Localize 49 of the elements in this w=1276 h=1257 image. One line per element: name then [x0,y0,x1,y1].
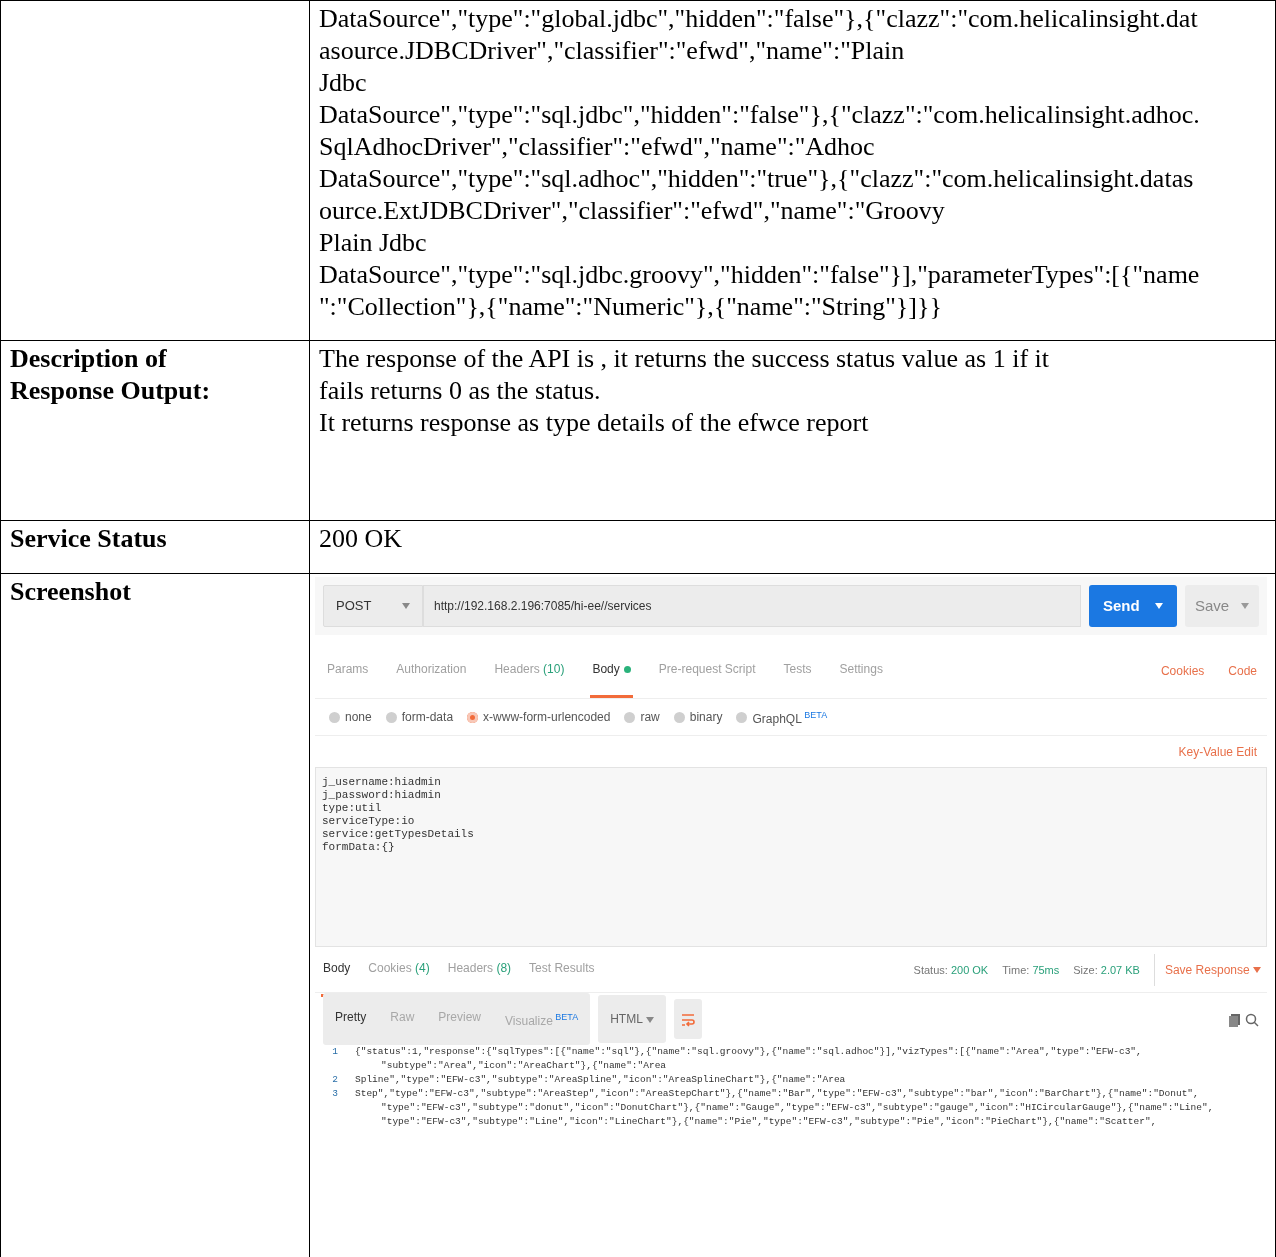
save-response-button[interactable]: Save Response [1153,953,1261,986]
body-type-radio[interactable]: raw [624,701,660,733]
request-tab[interactable]: Settings [837,643,885,698]
cell-text: DataSource","type":"global.jdbc","hidden":"false"},{"clazz":"com.helicalinsight.dat asource.JDBCDriver","classifier":"efwd","name":"Plain Jdbc DataSource","type":"sql.jdbc","hidden":"false"},{"clazz":"com.helicalinsight.adhoc. SqlAdhocDriver","classifier":"efwd","name":"Adhoc DataSource","type":"sql.adhoc","hidden":"true"},{"clazz":"com.helicalinsight.datas ource.ExtJDBCDriver","classifier":"efwd","name":"Groovy Plain Jdbc DataSource","type":"sql.jdbc.groovy","hidden":"false"}],"parameterTypes":[{"name ":"Collection"},{"name":"Numeric"},{"name":"String"}]}} [319,3,1201,323]
code-line: Spline","type":"EFW-c3","subtype":"AreaSpline","icon":"AreaSplineChart"},{"name":"Area [355,1073,846,1087]
method-dropdown[interactable]: POST [323,585,423,627]
body-type-radio[interactable]: x-www-form-urlencoded [467,701,611,733]
caret-icon [645,1016,654,1023]
caret-icon [1241,603,1249,609]
request-tab[interactable]: Tests [781,643,814,698]
line-number: 3 [331,1087,339,1101]
line-number: 1 [331,1045,339,1059]
request-tab[interactable]: Params [325,643,371,698]
key-value-edit-link[interactable]: Key-Value Edit [1178,735,1257,768]
body-type-radio[interactable]: GraphQL $^{BETA}$ [736,699,828,735]
code-line: "type":"EFW-c3","subtype":"donut","icon":"DonutChart"},{"name":"Gauge","type":"EFW-c3","subtype":"gauge","icon":"HICircularGauge"},{"name":"Line", [380,1101,1214,1115]
wrap-lines-icon [679,1011,696,1028]
request-tab[interactable]: Pre-request Script [656,643,758,698]
row-label: Screenshot [10,576,132,608]
response-stat: Size: 2.07 KB [1073,962,1140,978]
code-line: "type":"EFW-c3","subtype":"Line","icon":"LineChart"},{"name":"Pie","type":"EFW-c3","subtype":"Pie","icon":"PieChart"},{"name":"Scatter", [380,1115,1157,1129]
body-type-radio[interactable]: binary [673,701,723,733]
caret-icon [1155,603,1163,609]
format-dropdown[interactable]: HTML [598,995,666,1043]
save-button[interactable]: Save [1185,585,1259,627]
code-line: {"status":1,"response":{"sqlTypes":[{"name":"sql"},{"name":"sql.groovy"},{"name":"sql.adhoc"}],"vizTypes":[{"name":"Area","type":"EFW-c3", [355,1045,1142,1059]
code-line: "subtype":"Area","icon":"AreaChart"},{"name":"Area [380,1059,667,1073]
code-line: Step","type":"EFW-c3","subtype":"AreaStep","icon":"AreaStepChart"},{"name":"Bar","type":"EFW-c3","subtype":"bar","icon":"BarChart"},{"name":"Donut", [355,1087,1199,1101]
response-stat: Time: 75ms [1002,962,1060,978]
body-type-radio[interactable]: form-data [385,701,454,733]
header-link[interactable]: Cookies [1160,654,1205,687]
send-button[interactable]: Send [1089,585,1177,627]
body-text-area[interactable]: j_username:hiadmin j_password:hiadmin type:util serviceType:io service:getTypesDetails formData:{} [315,767,1267,947]
search-icon[interactable] [1245,1012,1259,1027]
body-type-radio[interactable]: none [329,701,372,733]
request-tab[interactable]: Headers (10) [492,643,567,698]
request-tab[interactable]: Body [590,643,633,698]
cell-text: 200 OK [319,523,404,555]
caret-icon [402,603,410,609]
row-label: Description of Response Output: [10,343,212,407]
caret-icon [1253,967,1261,974]
line-number: 2 [331,1073,339,1087]
cell-text: The response of the API is , it returns the success status value as 1 if it fails returns 0 as the status. It returns response as type details of the efwce report [319,343,1051,439]
row-label: Service Status [10,523,168,555]
response-stat: Status: 200 OK [913,962,989,978]
url-field[interactable]: http://192.168.2.196:7085/hi-ee//services [423,585,1081,627]
copy-icon[interactable] [1227,1012,1242,1027]
header-link[interactable]: Code [1228,654,1257,687]
request-tab[interactable]: Authorization [394,643,469,698]
